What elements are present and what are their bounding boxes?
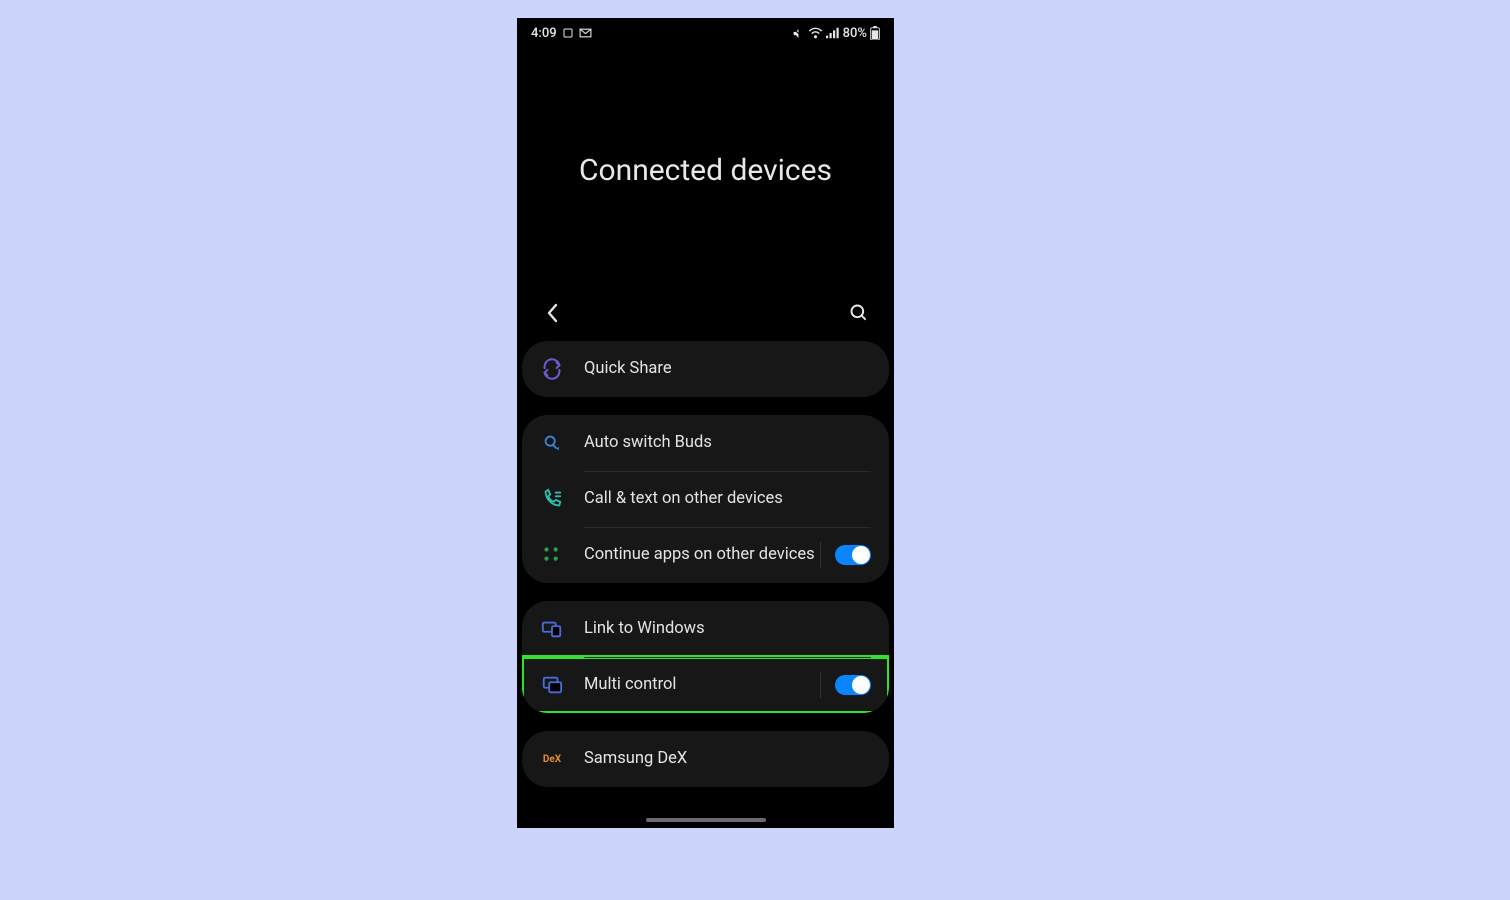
row-samsung-dex[interactable]: DeX Samsung DeX bbox=[522, 731, 889, 787]
page-title: Connected devices bbox=[579, 153, 832, 188]
card-windows: Link to Windows Multi control bbox=[522, 601, 889, 713]
toggle-divider bbox=[820, 542, 821, 568]
continue-apps-label: Continue apps on other devices bbox=[584, 545, 820, 566]
dex-icon: DeX bbox=[540, 747, 564, 771]
mute-icon bbox=[792, 27, 805, 40]
header: Connected devices bbox=[517, 48, 894, 293]
row-auto-switch-buds[interactable]: Auto switch Buds bbox=[522, 415, 889, 471]
continue-apps-icon bbox=[540, 543, 564, 567]
battery-text: 80% bbox=[843, 26, 867, 41]
multi-control-toggle[interactable] bbox=[835, 675, 871, 695]
row-call-text[interactable]: Call & text on other devices bbox=[522, 471, 889, 527]
link-windows-icon bbox=[540, 617, 564, 641]
status-time: 4:09 bbox=[531, 26, 557, 41]
link-windows-label: Link to Windows bbox=[584, 619, 871, 640]
gesture-bar[interactable] bbox=[646, 818, 766, 822]
wifi-icon bbox=[808, 27, 823, 39]
toggle-divider bbox=[820, 672, 821, 698]
card-samsung-services: Auto switch Buds Call & text on other de… bbox=[522, 415, 889, 583]
continue-apps-toggle[interactable] bbox=[835, 545, 871, 565]
row-link-windows[interactable]: Link to Windows bbox=[522, 601, 889, 657]
quick-share-icon bbox=[540, 357, 564, 381]
row-quick-share[interactable]: Quick Share bbox=[522, 341, 889, 397]
auto-switch-label: Auto switch Buds bbox=[584, 433, 871, 454]
gmail-icon bbox=[579, 28, 592, 38]
buds-icon bbox=[540, 431, 564, 455]
back-button[interactable] bbox=[539, 300, 565, 326]
call-text-icon bbox=[540, 487, 564, 511]
dex-badge: DeX bbox=[543, 754, 561, 765]
battery-icon bbox=[870, 26, 880, 40]
multi-control-icon bbox=[540, 673, 564, 697]
call-text-label: Call & text on other devices bbox=[584, 489, 871, 510]
quick-share-label: Quick Share bbox=[584, 359, 871, 380]
row-multi-control[interactable]: Multi control bbox=[522, 657, 889, 713]
phone-frame: 4:09 80% Connected devices bbox=[517, 18, 894, 828]
search-button[interactable] bbox=[846, 300, 872, 326]
card-quick-share: Quick Share bbox=[522, 341, 889, 397]
multi-control-label: Multi control bbox=[584, 675, 820, 696]
screenshot-icon bbox=[562, 27, 574, 39]
samsung-dex-label: Samsung DeX bbox=[584, 749, 871, 770]
status-bar: 4:09 80% bbox=[517, 18, 894, 48]
row-continue-apps[interactable]: Continue apps on other devices bbox=[522, 527, 889, 583]
action-bar bbox=[517, 293, 894, 333]
card-dex: DeX Samsung DeX bbox=[522, 731, 889, 787]
signal-icon bbox=[826, 27, 840, 39]
